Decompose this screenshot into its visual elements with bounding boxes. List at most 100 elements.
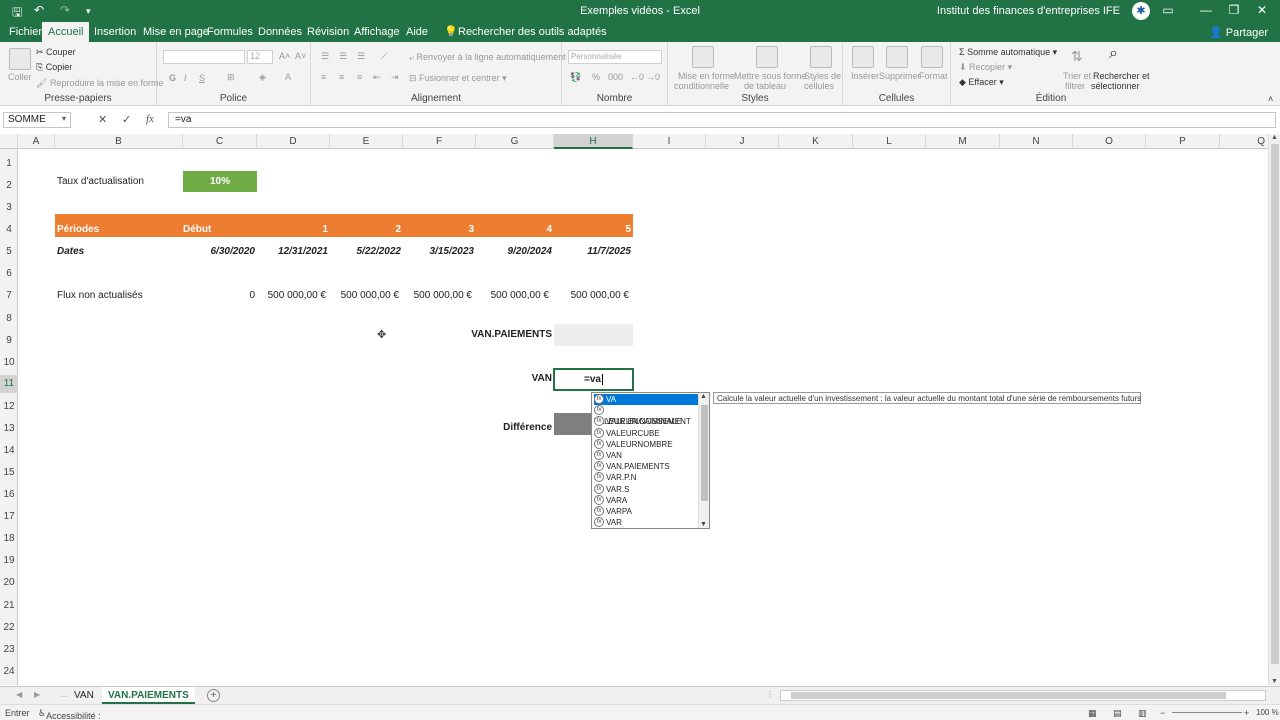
number-format-box[interactable]: Personnalisée bbox=[568, 50, 662, 64]
period-cell[interactable]: 1 bbox=[257, 223, 328, 237]
period-cell[interactable]: 3 bbox=[403, 223, 474, 237]
delete-cells-icon[interactable] bbox=[886, 46, 908, 68]
tell-me-search[interactable]: Rechercher des outils adaptés bbox=[452, 22, 613, 42]
row-header[interactable]: 14 bbox=[0, 445, 18, 456]
autocomplete-item[interactable]: fx VARPA bbox=[594, 506, 698, 517]
period-cell[interactable]: 2 bbox=[330, 223, 401, 237]
grow-font-icon[interactable]: A˄ bbox=[279, 51, 290, 61]
row-header[interactable]: 19 bbox=[0, 555, 18, 566]
font-size-box[interactable]: 12 bbox=[247, 50, 273, 64]
format-cells-icon[interactable] bbox=[921, 46, 943, 68]
col-header[interactable]: O bbox=[1073, 134, 1146, 149]
autocomplete-scroll-thumb[interactable] bbox=[701, 405, 708, 501]
row-header[interactable]: 9 bbox=[0, 335, 18, 346]
zoom-level[interactable]: 100 % bbox=[1256, 708, 1279, 717]
row-header[interactable]: 7 bbox=[0, 290, 18, 301]
diff-label[interactable]: Différence bbox=[476, 421, 552, 435]
format-cells-button[interactable]: Format bbox=[919, 71, 948, 81]
table-format-line2[interactable]: de tableau bbox=[744, 81, 786, 91]
vanp-label[interactable]: VAN.PAIEMENTS bbox=[420, 328, 552, 342]
fill-color-icon[interactable]: ◈ bbox=[259, 72, 266, 83]
zoom-slider[interactable] bbox=[1172, 712, 1242, 713]
col-header[interactable]: E bbox=[330, 134, 403, 149]
row-header[interactable]: 21 bbox=[0, 600, 18, 611]
col-header[interactable]: J bbox=[706, 134, 779, 149]
format-painter-button[interactable]: 🖌 Reproduire la mise en forme bbox=[36, 78, 164, 89]
insert-cells-icon[interactable] bbox=[852, 46, 874, 68]
col-header[interactable]: N bbox=[1000, 134, 1073, 149]
date-cell[interactable]: 12/31/2021 bbox=[257, 245, 328, 259]
row-header[interactable]: 8 bbox=[0, 313, 18, 324]
period-start-cell[interactable]: Début bbox=[183, 223, 213, 237]
zoom-out-icon[interactable]: − bbox=[1160, 708, 1165, 718]
row-header[interactable]: 10 bbox=[0, 357, 18, 368]
decrease-indent-icon[interactable]: ⇤ bbox=[373, 72, 381, 83]
conditional-format-line1[interactable]: Mise en forme bbox=[678, 71, 735, 81]
sort-filter-line2[interactable]: filtrer bbox=[1065, 81, 1085, 91]
period-cell[interactable]: 4 bbox=[476, 223, 552, 237]
find-select-icon[interactable]: ⌕ bbox=[1109, 45, 1118, 63]
align-bottom-icon[interactable]: ☰ bbox=[357, 51, 365, 62]
delete-cells-button[interactable]: Supprimer bbox=[879, 71, 921, 81]
date-cell[interactable]: 3/15/2023 bbox=[403, 245, 475, 259]
flow-cell[interactable]: 500 000,00 € bbox=[257, 289, 326, 303]
col-header[interactable]: A bbox=[18, 134, 55, 149]
col-header[interactable]: I bbox=[633, 134, 706, 149]
date-cell[interactable]: 9/20/2024 bbox=[476, 245, 553, 259]
sort-filter-line1[interactable]: Trier et bbox=[1063, 71, 1091, 81]
horizontal-scroll-thumb[interactable] bbox=[791, 692, 1226, 699]
autocomplete-item[interactable]: fx VAR bbox=[594, 517, 698, 528]
autosum-button[interactable]: Σ Somme automatique ▾ bbox=[959, 47, 1057, 58]
cell-styles-line2[interactable]: cellules bbox=[804, 81, 834, 91]
col-header[interactable]: C bbox=[183, 134, 257, 149]
tab-formules[interactable]: Formules bbox=[201, 22, 259, 42]
row-header[interactable]: 2 bbox=[0, 180, 18, 191]
row-header[interactable]: 15 bbox=[0, 467, 18, 478]
clear-button[interactable]: ◆ Effacer ▾ bbox=[959, 77, 1004, 88]
shrink-font-icon[interactable]: A˅ bbox=[295, 51, 306, 61]
autocomplete-item[interactable]: fx VAN bbox=[594, 450, 698, 461]
user-avatar-icon[interactable]: ✱ bbox=[1132, 2, 1150, 20]
vertical-scrollbar[interactable]: ▲ ▼ bbox=[1268, 134, 1280, 685]
date-cell[interactable]: 6/30/2020 bbox=[183, 245, 256, 259]
col-header[interactable]: B bbox=[55, 134, 183, 149]
autocomplete-item[interactable]: fx VA bbox=[594, 394, 698, 406]
vanp-result-cell[interactable] bbox=[554, 324, 633, 346]
borders-icon[interactable]: ⊞ bbox=[227, 72, 235, 83]
row-header[interactable]: 18 bbox=[0, 533, 18, 544]
cell-styles-icon[interactable] bbox=[810, 46, 832, 68]
flows-label[interactable]: Flux non actualisés bbox=[57, 289, 143, 303]
row-header[interactable]: 6 bbox=[0, 268, 18, 279]
decrease-decimal-icon[interactable]: →0 bbox=[646, 72, 660, 82]
name-box-dropdown-icon[interactable]: ▾ bbox=[62, 114, 66, 123]
discount-rate-label[interactable]: Taux d'actualisation bbox=[57, 175, 144, 189]
find-select-line1[interactable]: Rechercher et bbox=[1093, 71, 1150, 81]
increase-decimal-icon[interactable]: ←0 bbox=[630, 72, 644, 82]
row-header[interactable]: 4 bbox=[0, 224, 18, 235]
row-header[interactable]: 24 bbox=[0, 666, 18, 677]
row-header-selected[interactable]: 11 bbox=[0, 375, 18, 393]
col-header[interactable]: L bbox=[853, 134, 926, 149]
period-cell[interactable]: 5 bbox=[554, 223, 631, 237]
vertical-scroll-thumb[interactable] bbox=[1271, 144, 1279, 664]
col-header[interactable]: G bbox=[476, 134, 554, 149]
tab-affichage[interactable]: Affichage bbox=[348, 22, 406, 42]
dates-label[interactable]: Dates bbox=[57, 245, 84, 259]
tab-insertion[interactable]: Insertion bbox=[88, 22, 142, 42]
flow-cell[interactable]: 500 000,00 € bbox=[330, 289, 399, 303]
col-header[interactable]: D bbox=[257, 134, 330, 149]
row-header[interactable]: 3 bbox=[0, 202, 18, 213]
flow-cell[interactable]: 500 000,00 € bbox=[476, 289, 549, 303]
cancel-icon[interactable]: ✕ bbox=[98, 113, 107, 126]
periods-label[interactable]: Périodes bbox=[57, 223, 99, 237]
active-cell[interactable]: =va bbox=[553, 368, 634, 391]
close-icon[interactable]: ✕ bbox=[1252, 3, 1272, 17]
page-break-icon[interactable]: ▥ bbox=[1138, 708, 1147, 719]
scroll-down-icon[interactable]: ▼ bbox=[1271, 678, 1278, 685]
col-header[interactable]: Q bbox=[1220, 134, 1268, 149]
normal-view-icon[interactable]: ▦ bbox=[1088, 708, 1097, 719]
font-name-box[interactable] bbox=[163, 50, 245, 64]
tab-donnees[interactable]: Données bbox=[252, 22, 308, 42]
minimize-icon[interactable]: — bbox=[1196, 3, 1216, 17]
autocomplete-item[interactable]: fx VALEURNOMBRE bbox=[594, 438, 698, 450]
